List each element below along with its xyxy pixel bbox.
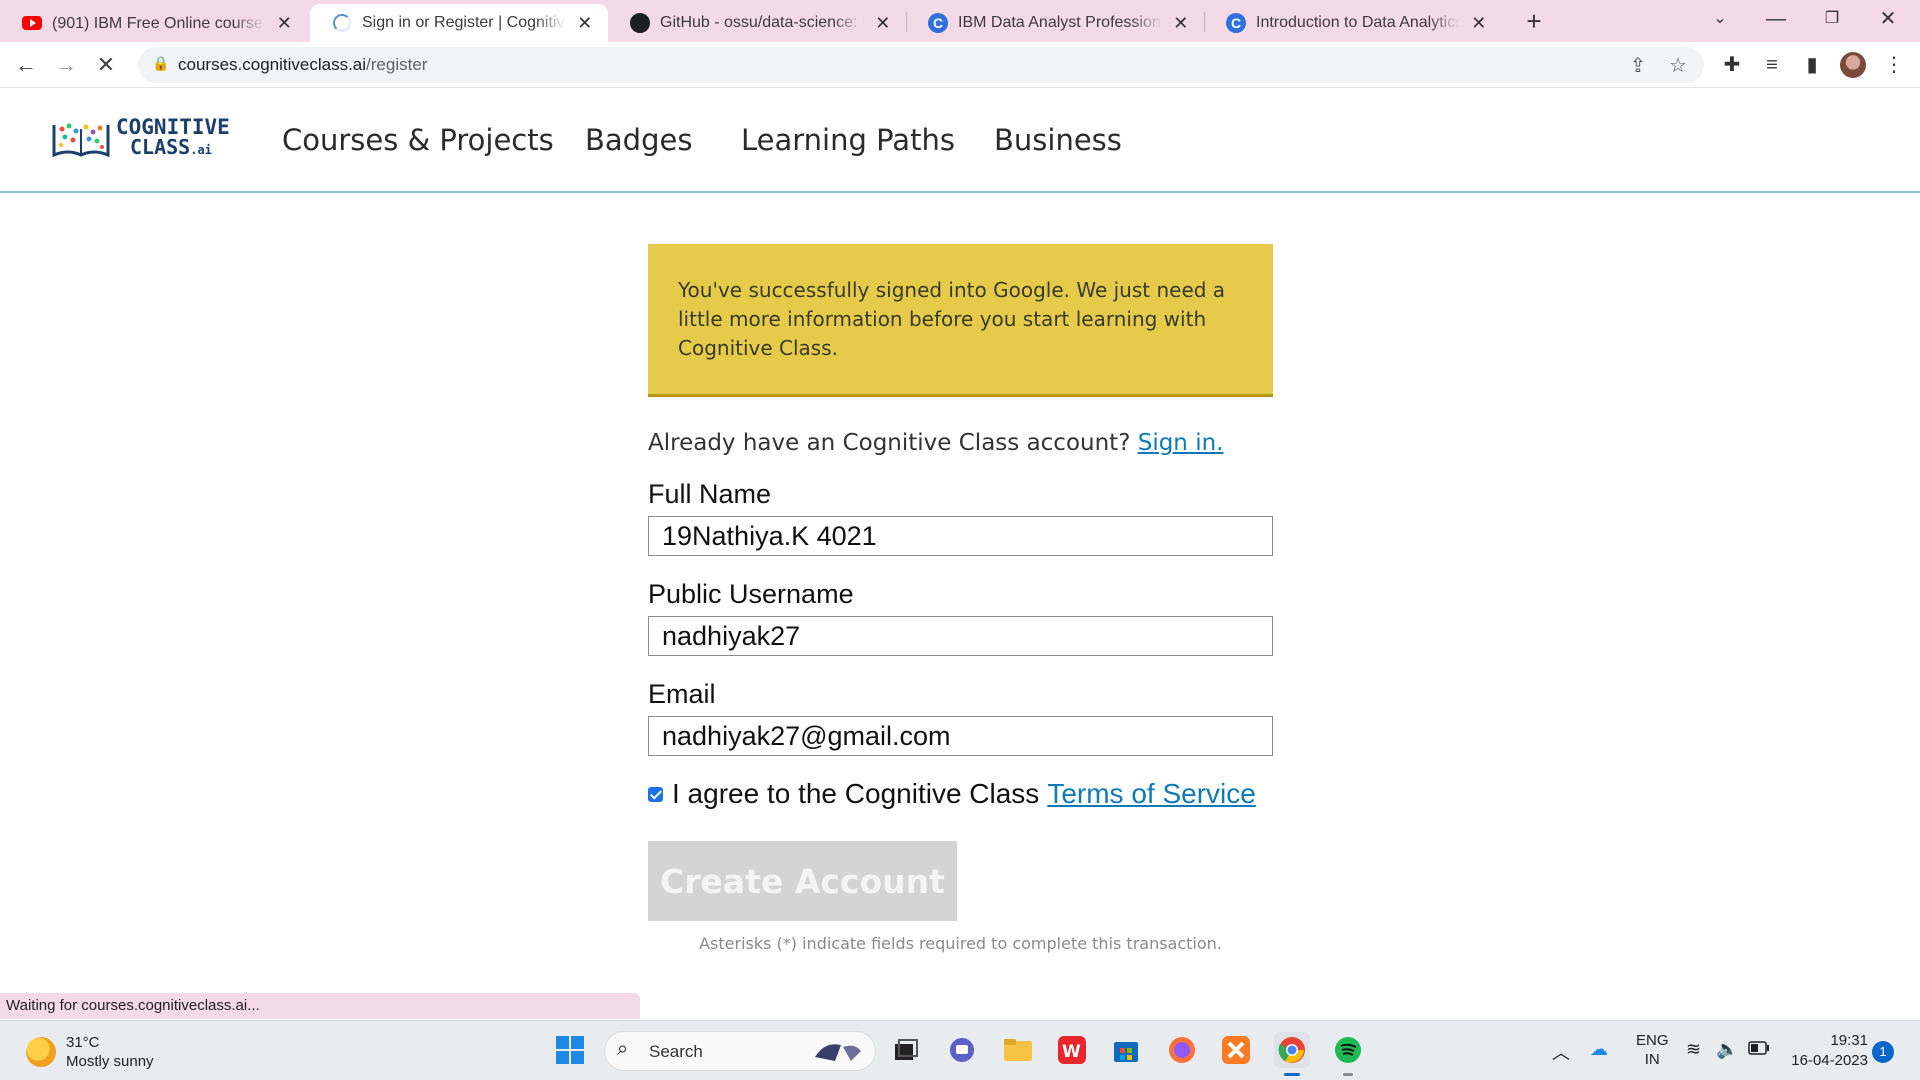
lock-icon[interactable]: 🔒 xyxy=(152,55,169,72)
username-input[interactable]: nadhiyak27 xyxy=(648,616,1273,656)
volume-icon[interactable]: 🔈 xyxy=(1716,1039,1738,1060)
browser-toolbar: ← → ✕ 🔒 courses.cognitiveclass.ai/regist… xyxy=(0,42,1920,88)
minimize-button[interactable]: — xyxy=(1748,0,1804,40)
nav-business[interactable]: Business xyxy=(994,123,1122,157)
stop-loading-icon[interactable]: ✕ xyxy=(90,50,122,82)
close-tab-icon[interactable]: ✕ xyxy=(576,13,595,34)
open-book-logo-icon xyxy=(52,123,110,157)
search-label: Search xyxy=(649,1042,703,1061)
close-window-button[interactable]: ✕ xyxy=(1860,0,1916,40)
restore-button[interactable]: ❐ xyxy=(1804,0,1860,40)
tab-title: Sign in or Register | Cognitive Cla xyxy=(362,14,566,31)
share-icon[interactable]: ⇪ xyxy=(1626,53,1650,78)
search-icon: ⌕ xyxy=(617,1038,629,1060)
windows-taskbar: 31°C Mostly sunny ⌕ Search W ︿ ☁ ENG IN ≋… xyxy=(0,1020,1920,1080)
tab-github[interactable]: GitHub - ossu/data-science: Path ✕ xyxy=(608,4,906,42)
teams-chat-icon[interactable] xyxy=(944,1032,980,1068)
close-tab-icon[interactable]: ✕ xyxy=(1172,13,1191,34)
tab-youtube[interactable]: (901) IBM Free Online course🔥 F ✕ xyxy=(0,4,308,42)
wps-office-icon[interactable]: W xyxy=(1054,1032,1090,1068)
search-highlight-icon xyxy=(815,1044,861,1061)
file-explorer-icon[interactable] xyxy=(1000,1032,1036,1068)
username-label: Public Username xyxy=(648,579,854,609)
email-input[interactable]: nadhiyak27@gmail.com xyxy=(648,716,1273,756)
browser-tab-strip: (901) IBM Free Online course🔥 F ✕ Sign i… xyxy=(0,0,1920,42)
close-tab-icon[interactable]: ✕ xyxy=(874,13,893,34)
create-account-button[interactable]: Create Account xyxy=(648,841,957,921)
tab-ibm-data-analyst[interactable]: C IBM Data Analyst Professional Ce ✕ xyxy=(906,4,1204,42)
site-header: COGNITIVE CLASS.ai Courses & Projects Ba… xyxy=(0,89,1920,193)
logo-text: COGNITIVE CLASS.ai xyxy=(116,115,230,159)
weather-temperature: 31°C xyxy=(66,1034,100,1051)
task-view-icon[interactable] xyxy=(888,1032,924,1068)
new-tab-button[interactable]: + xyxy=(1518,6,1550,38)
already-have-account: Already have an Cognitive Class account?… xyxy=(648,430,1224,456)
firefox-icon[interactable] xyxy=(1164,1032,1200,1068)
tab-title: (901) IBM Free Online course🔥 F xyxy=(52,15,265,32)
back-arrow-icon[interactable]: ← xyxy=(10,50,42,82)
tab-intro-data-analytics[interactable]: C Introduction to Data Analytics | C ✕ xyxy=(1204,4,1502,42)
agree-text: I agree to the Cognitive Class xyxy=(672,778,1040,809)
weather-widget[interactable]: 31°C Mostly sunny xyxy=(26,1033,154,1071)
terms-of-service-link[interactable]: Terms of Service xyxy=(1047,778,1256,810)
full-name-label: Full Name xyxy=(648,479,772,509)
close-tab-icon[interactable]: ✕ xyxy=(275,13,294,34)
coursera-icon: C xyxy=(1226,13,1246,33)
cognitive-class-logo[interactable]: COGNITIVE CLASS.ai xyxy=(52,117,230,160)
coursera-icon: C xyxy=(928,13,948,33)
google-signin-notice: You've successfully signed into Google. … xyxy=(648,244,1273,397)
tab-cognitive-class-register[interactable]: Sign in or Register | Cognitive Cla ✕ xyxy=(310,4,608,42)
weather-sun-icon xyxy=(26,1037,56,1067)
side-panel-icon[interactable]: ▮ xyxy=(1796,50,1828,82)
chrome-icon[interactable] xyxy=(1274,1032,1310,1076)
terms-agreement: I agree to the Cognitive Class Terms of … xyxy=(648,778,1256,810)
notification-badge[interactable]: 1 xyxy=(1872,1041,1894,1063)
nav-courses-projects[interactable]: Courses & Projects xyxy=(282,123,554,157)
media-control-icon[interactable]: ≡ xyxy=(1756,50,1788,82)
microsoft-store-icon[interactable] xyxy=(1108,1032,1144,1068)
url-text: courses.cognitiveclass.ai/register xyxy=(178,55,428,74)
terms-checkbox[interactable] xyxy=(648,786,663,802)
loading-spinner-icon xyxy=(332,13,352,33)
windows-start-icon[interactable] xyxy=(552,1032,588,1068)
forward-arrow-icon[interactable]: → xyxy=(50,50,82,82)
weather-condition: Mostly sunny xyxy=(66,1053,154,1070)
show-hidden-icons-chevron[interactable]: ︿ xyxy=(1552,1039,1570,1065)
xampp-icon[interactable] xyxy=(1218,1032,1254,1068)
wifi-icon[interactable]: ≋ xyxy=(1686,1039,1701,1060)
profile-avatar[interactable] xyxy=(1840,52,1866,78)
battery-icon[interactable] xyxy=(1748,1041,1770,1059)
close-tab-icon[interactable]: ✕ xyxy=(1470,13,1489,34)
taskbar-search-box[interactable]: ⌕ Search xyxy=(604,1031,876,1071)
tab-title: Introduction to Data Analytics | C xyxy=(1256,14,1460,31)
language-indicator[interactable]: ENG IN xyxy=(1636,1031,1669,1069)
browser-status-bar: Waiting for courses.cognitiveclass.ai... xyxy=(0,993,640,1019)
clock-time: 19:31 xyxy=(1830,1032,1868,1049)
menu-kebab-icon[interactable]: ⋮ xyxy=(1878,50,1910,82)
email-label: Email xyxy=(648,679,716,709)
tab-title: GitHub - ossu/data-science: Path xyxy=(660,14,864,31)
github-icon xyxy=(630,13,650,33)
sign-in-link[interactable]: Sign in. xyxy=(1138,430,1224,456)
tab-title: IBM Data Analyst Professional Ce xyxy=(958,14,1162,31)
onedrive-cloud-icon[interactable]: ☁ xyxy=(1590,1039,1608,1060)
youtube-icon xyxy=(22,13,42,33)
nav-learning-paths[interactable]: Learning Paths xyxy=(741,123,955,157)
clock-date: 16-04-2023 xyxy=(1791,1052,1868,1069)
extensions-puzzle-icon[interactable]: ✚ xyxy=(1716,50,1748,82)
svg-text:W: W xyxy=(1062,1042,1081,1062)
address-bar[interactable]: 🔒 courses.cognitiveclass.ai/register ⇪ ☆ xyxy=(138,47,1704,83)
tab-search-chevron-icon[interactable]: ⌄ xyxy=(1692,0,1748,40)
system-clock[interactable]: 19:31 16-04-2023 xyxy=(1780,1031,1868,1071)
spotify-icon[interactable] xyxy=(1330,1032,1366,1076)
required-fields-note: Asterisks (*) indicate fields required t… xyxy=(699,934,1222,953)
nav-badges[interactable]: Badges xyxy=(585,123,692,157)
full-name-input[interactable]: 19Nathiya.K 4021 xyxy=(648,516,1273,556)
bookmark-star-icon[interactable]: ☆ xyxy=(1666,53,1690,78)
